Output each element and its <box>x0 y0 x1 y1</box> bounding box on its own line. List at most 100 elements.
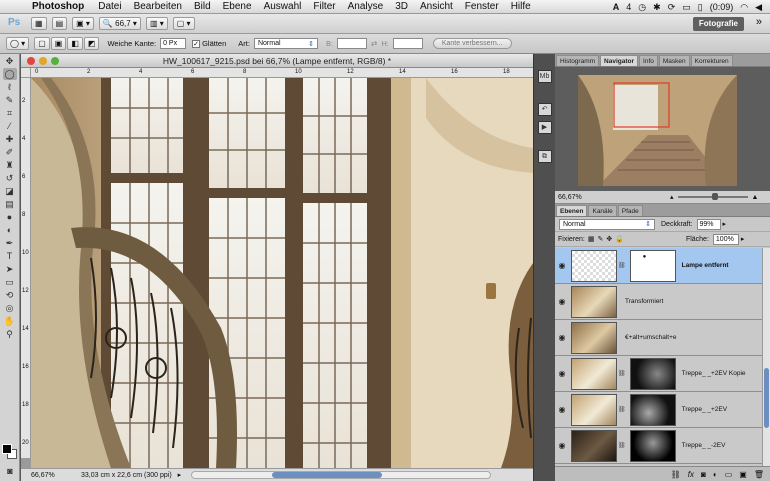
minibridge-panel-icon[interactable]: Mb <box>537 70 552 83</box>
zoom-window-button[interactable] <box>51 57 59 65</box>
close-window-button[interactable] <box>27 57 35 65</box>
visibility-eye-icon[interactable]: ◉ <box>555 261 569 270</box>
visibility-eye-icon[interactable]: ◉ <box>555 333 569 342</box>
layer-row[interactable]: ◉ ⛓ Treppe_ _-2EV <box>555 428 762 464</box>
quick-mask-icon[interactable]: ◙ <box>3 465 17 477</box>
3d-orbit-tool-icon[interactable]: ◎ <box>3 302 17 314</box>
swap-dimensions-icon[interactable]: ⇄ <box>371 39 377 48</box>
menu-item-3d[interactable]: 3D <box>395 1 408 12</box>
quick-selection-tool-icon[interactable]: ✎ <box>3 94 17 106</box>
tab-masks[interactable]: Masken <box>658 55 690 66</box>
lock-pixels-icon[interactable]: ✎ <box>597 235 603 243</box>
menu-item-filter[interactable]: Filter <box>313 1 335 12</box>
layer-row[interactable]: ◉ ⛓ ● Lampe entfernt <box>555 248 762 284</box>
type-tool-icon[interactable]: T <box>3 250 17 262</box>
lasso-tool-icon[interactable]: ℓ <box>3 81 17 93</box>
horizontal-scroll-thumb[interactable] <box>272 472 383 478</box>
tool-preset-picker[interactable]: ◯ ▾ <box>6 37 30 50</box>
opacity-arrow-icon[interactable]: ▸ <box>723 220 727 228</box>
menu-item-view[interactable]: Ansicht <box>420 1 453 12</box>
menu-item-window[interactable]: Fenster <box>465 1 499 12</box>
navigator-thumbnail[interactable] <box>578 75 737 186</box>
tab-adjustments[interactable]: Korrekturen <box>690 55 733 66</box>
healing-brush-tool-icon[interactable]: ✚ <box>3 133 17 145</box>
layer-mask-thumbnail[interactable]: ● <box>629 249 676 282</box>
dodge-tool-icon[interactable]: ◐ <box>3 224 17 236</box>
blend-mode-select[interactable]: Normal ⇕ <box>559 218 655 230</box>
adobe-icon[interactable]: A <box>613 2 620 12</box>
history-brush-tool-icon[interactable]: ↺ <box>3 172 17 184</box>
eraser-tool-icon[interactable]: ◪ <box>3 185 17 197</box>
3d-rotate-tool-icon[interactable]: ⟲ <box>3 289 17 301</box>
menu-item-edit[interactable]: Bearbeiten <box>134 1 182 12</box>
layer-row[interactable]: ◉ €+alt+umschalt+e <box>555 320 762 356</box>
vertical-ruler[interactable]: 2 4 6 8 10 12 14 16 18 20 <box>21 78 31 458</box>
layer-name[interactable]: Treppe_ _+2EV Kopie <box>682 370 746 377</box>
shape-tool-icon[interactable]: ▭ <box>3 276 17 288</box>
visibility-eye-icon[interactable]: ◉ <box>555 441 569 450</box>
zoom-tool-icon[interactable]: ⚲ <box>3 328 17 340</box>
path-selection-tool-icon[interactable]: ➤ <box>3 263 17 275</box>
layer-mask-thumbnail[interactable] <box>629 393 676 426</box>
tab-info[interactable]: Info <box>639 55 658 66</box>
actions-panel-icon[interactable]: ▶ <box>537 121 552 134</box>
mask-link-icon[interactable]: ⛓ <box>618 406 626 413</box>
selection-mode-subtract[interactable]: ◧ <box>67 37 83 50</box>
sync-icon[interactable]: ⟳ <box>668 2 676 13</box>
move-tool-icon[interactable]: ✥ <box>3 55 17 67</box>
tab-navigator[interactable]: Navigator <box>600 55 639 66</box>
ellipse-marquee-tool-icon[interactable]: ◯ <box>2 68 17 80</box>
layer-style-icon[interactable]: fx <box>688 470 694 479</box>
style-select[interactable]: Normal ⇕ <box>253 38 318 49</box>
zoom-level-select[interactable]: 🔍 66,7 ▾ <box>98 17 141 30</box>
image-canvas[interactable] <box>31 78 533 468</box>
tab-histogram[interactable]: Histogramm <box>556 55 600 66</box>
status-doc-size[interactable]: 33,03 cm x 22,6 cm (300 ppi) <box>81 472 172 479</box>
pen-tool-icon[interactable]: ✒ <box>3 237 17 249</box>
wifi-icon[interactable]: ◠ <box>740 2 748 13</box>
minibridge-button[interactable]: ▤ <box>51 17 68 30</box>
menu-item-analysis[interactable]: Analyse <box>348 1 384 12</box>
clone-stamp-tool-icon[interactable]: ♜ <box>3 159 17 171</box>
zoom-out-icon[interactable]: ▴ <box>670 193 674 201</box>
battery-icon[interactable]: ▯ <box>698 2 703 13</box>
layer-mask-thumbnail[interactable] <box>629 357 676 390</box>
menu-item-image[interactable]: Bild <box>194 1 211 12</box>
blur-tool-icon[interactable]: ● <box>3 211 17 223</box>
visibility-eye-icon[interactable]: ◉ <box>555 297 569 306</box>
feather-input[interactable]: 0 Px <box>160 38 187 49</box>
link-layers-icon[interactable]: ⛓ <box>671 470 681 479</box>
minimize-window-button[interactable] <box>39 57 47 65</box>
clone-source-panel-icon[interactable]: ⧉ <box>537 150 552 163</box>
mask-link-icon[interactable]: ⛓ <box>618 370 626 377</box>
add-mask-icon[interactable]: ◙ <box>701 470 706 479</box>
arrange-documents-button[interactable]: ▥ ▾ <box>145 17 168 30</box>
zoom-in-icon[interactable]: ▲ <box>752 194 759 201</box>
selection-mode-intersect[interactable]: ◩ <box>83 37 100 50</box>
height-input[interactable] <box>392 38 423 49</box>
layer-name[interactable]: Treppe_ _+2EV <box>682 406 727 413</box>
visibility-eye-icon[interactable]: ◉ <box>555 369 569 378</box>
opacity-input[interactable]: 99% <box>696 218 721 230</box>
tab-paths[interactable]: Pfade <box>617 205 643 216</box>
new-layer-icon[interactable]: ▣ <box>739 470 747 479</box>
mask-link-icon[interactable]: ⛓ <box>618 262 626 269</box>
lock-transparency-icon[interactable]: ▦ <box>588 235 595 243</box>
foreground-color-swatch[interactable] <box>2 444 12 454</box>
menu-item-select[interactable]: Auswahl <box>264 1 302 12</box>
new-group-icon[interactable]: ▭ <box>725 470 733 479</box>
workspace-button[interactable]: Fotografie <box>692 17 744 31</box>
layer-row[interactable]: ◉ ⛓ Treppe_ _+2EV <box>555 392 762 428</box>
bridge-button[interactable]: ▦ <box>31 17 47 30</box>
horizontal-ruler[interactable]: 0 2 4 6 8 10 12 14 16 18 <box>31 68 533 78</box>
menu-item-help[interactable]: Hilfe <box>511 1 531 12</box>
app-menu[interactable]: Photoshop <box>32 1 84 12</box>
mask-link-icon[interactable]: ⛓ <box>618 442 626 449</box>
menu-item-layer[interactable]: Ebene <box>223 1 252 12</box>
eyedropper-tool-icon[interactable]: ⁄ <box>3 120 17 132</box>
layer-row[interactable]: ◉ ⛓ Treppe_ _+2EV Kopie <box>555 356 762 392</box>
navigator-zoom-slider[interactable] <box>677 193 748 200</box>
navigator-zoom-slider-knob[interactable] <box>711 193 718 200</box>
bluetooth-icon[interactable]: ✱ <box>653 2 661 13</box>
ruler-origin[interactable] <box>21 68 31 78</box>
